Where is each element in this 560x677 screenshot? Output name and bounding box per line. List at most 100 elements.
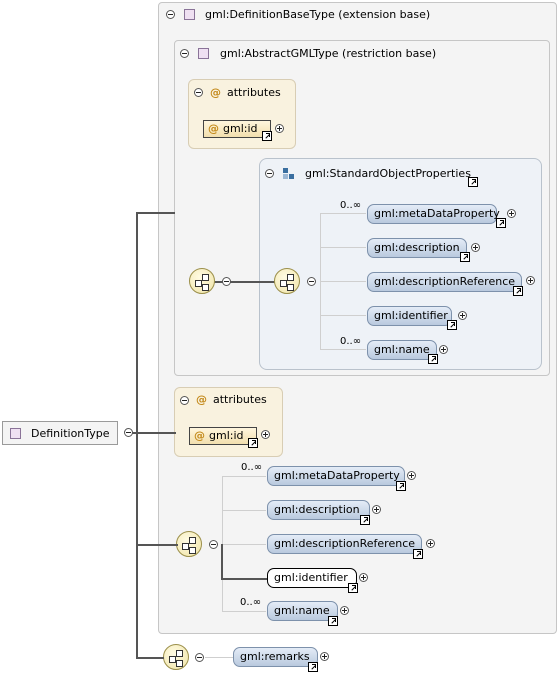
- standard-object-properties-group: [259, 158, 542, 370]
- occurrence-label: 0..∞: [241, 462, 263, 473]
- attribute-label: gml:id: [209, 429, 244, 442]
- reference-arrow-icon[interactable]: [460, 252, 470, 262]
- collapse-extension-icon[interactable]: [166, 10, 175, 19]
- occurrence-label: 0..∞: [340, 200, 362, 211]
- element-remarks[interactable]: gml:remarks: [233, 647, 318, 667]
- element-label: gml:descriptionReference: [374, 275, 516, 288]
- element-label: gml:metaDataProperty: [374, 207, 500, 220]
- complex-type-icon: [184, 9, 195, 20]
- collapse-root-icon[interactable]: [124, 428, 133, 437]
- attributes-label: attributes: [213, 393, 267, 406]
- connector-line: [136, 657, 164, 659]
- expand-icon[interactable]: [372, 505, 381, 514]
- tree-line: [320, 315, 366, 316]
- element-descriptionreference[interactable]: gml:descriptionReference: [267, 534, 422, 554]
- tree-line: [222, 611, 266, 612]
- attributes-label: attributes: [227, 86, 281, 99]
- at-sign-icon: @: [208, 122, 219, 135]
- element-label: gml:metaDataProperty: [274, 469, 400, 482]
- element-description[interactable]: gml:description: [367, 238, 467, 258]
- collapse-sequence-icon[interactable]: [195, 653, 204, 662]
- root-label: DefinitionType: [31, 427, 110, 440]
- tree-line: [320, 247, 366, 248]
- element-identifier[interactable]: gml:identifier: [367, 306, 452, 326]
- occurrence-label: 0..∞: [340, 336, 362, 347]
- complex-type-icon: [198, 48, 209, 59]
- element-label: gml:name: [274, 604, 330, 617]
- expand-icon[interactable]: [261, 430, 270, 439]
- element-label: gml:remarks: [240, 650, 310, 663]
- collapse-sequence-icon[interactable]: [209, 540, 218, 549]
- attribute-gml-id[interactable]: @ gml:id: [189, 427, 257, 445]
- element-label: gml:description: [274, 503, 360, 516]
- collapse-sequence-icon[interactable]: [222, 277, 231, 286]
- attribute-label: gml:id: [223, 122, 258, 135]
- complex-type-icon: [10, 428, 21, 439]
- expand-icon[interactable]: [320, 652, 329, 661]
- expand-icon[interactable]: [275, 124, 284, 133]
- sequence-icon: [176, 531, 202, 557]
- extension-base-label: gml:DefinitionBaseType (extension base): [205, 8, 431, 21]
- attribute-gml-id[interactable]: @ gml:id: [203, 120, 271, 138]
- connector-line: [221, 578, 267, 580]
- reference-arrow-icon[interactable]: [413, 549, 423, 559]
- reference-arrow-icon[interactable]: [360, 515, 370, 525]
- reference-arrow-icon[interactable]: [308, 662, 318, 672]
- tree-line: [320, 281, 366, 282]
- root-element-definitiontype[interactable]: DefinitionType: [2, 421, 118, 445]
- expand-icon[interactable]: [526, 276, 535, 285]
- element-metadataproperty[interactable]: gml:metaDataProperty: [367, 204, 500, 224]
- reference-arrow-icon[interactable]: [262, 131, 272, 141]
- collapse-attributes-icon[interactable]: [180, 396, 189, 405]
- element-label: gml:identifier: [374, 309, 448, 322]
- reference-arrow-icon[interactable]: [248, 438, 258, 448]
- connector-line: [136, 212, 138, 658]
- expand-icon[interactable]: [458, 311, 467, 320]
- at-sign-icon: @: [194, 429, 205, 442]
- reference-arrow-icon[interactable]: [348, 583, 358, 593]
- reference-arrow-icon[interactable]: [496, 218, 506, 228]
- expand-icon[interactable]: [340, 606, 349, 615]
- connector-line: [128, 432, 176, 434]
- at-sign-icon: @: [196, 393, 207, 406]
- collapse-sequence-icon[interactable]: [307, 277, 316, 286]
- element-identifier[interactable]: gml:identifier: [267, 568, 357, 588]
- element-description[interactable]: gml:description: [267, 500, 370, 520]
- occurrence-label: 0..∞: [240, 597, 262, 608]
- reference-arrow-icon[interactable]: [396, 481, 406, 491]
- tree-line: [222, 510, 266, 511]
- sequence-icon: [274, 268, 300, 294]
- element-name[interactable]: gml:name: [367, 340, 437, 360]
- connector-line: [136, 212, 175, 214]
- group-icon: [283, 168, 295, 180]
- element-label: gml:identifier: [274, 571, 348, 584]
- collapse-attributes-icon[interactable]: [194, 88, 203, 97]
- sequence-icon: [189, 268, 215, 294]
- collapse-restriction-icon[interactable]: [180, 49, 189, 58]
- restriction-base-label: gml:AbstractGMLType (restriction base): [220, 47, 437, 60]
- element-label: gml:description: [374, 241, 460, 254]
- tree-line: [320, 213, 366, 214]
- tree-line: [205, 657, 233, 658]
- reference-arrow-icon[interactable]: [428, 354, 438, 364]
- tree-line: [222, 544, 266, 545]
- standard-object-properties-label: gml:StandardObjectProperties: [305, 167, 471, 180]
- reference-arrow-icon[interactable]: [447, 320, 457, 330]
- element-label: gml:name: [374, 343, 430, 356]
- expand-icon[interactable]: [507, 209, 516, 218]
- at-sign-icon: @: [210, 86, 221, 99]
- tree-line: [320, 349, 366, 350]
- expand-icon[interactable]: [426, 539, 435, 548]
- element-metadataproperty[interactable]: gml:metaDataProperty: [267, 466, 405, 486]
- reference-arrow-icon[interactable]: [328, 616, 338, 626]
- element-label: gml:descriptionReference: [274, 537, 416, 550]
- reference-arrow-icon[interactable]: [468, 177, 478, 187]
- collapse-group-icon[interactable]: [265, 169, 274, 178]
- connector-line: [136, 544, 178, 546]
- reference-arrow-icon[interactable]: [513, 286, 523, 296]
- expand-icon[interactable]: [471, 243, 480, 252]
- expand-icon[interactable]: [359, 573, 368, 582]
- expand-icon[interactable]: [407, 471, 416, 480]
- expand-icon[interactable]: [439, 345, 448, 354]
- element-descriptionreference[interactable]: gml:descriptionReference: [367, 272, 522, 292]
